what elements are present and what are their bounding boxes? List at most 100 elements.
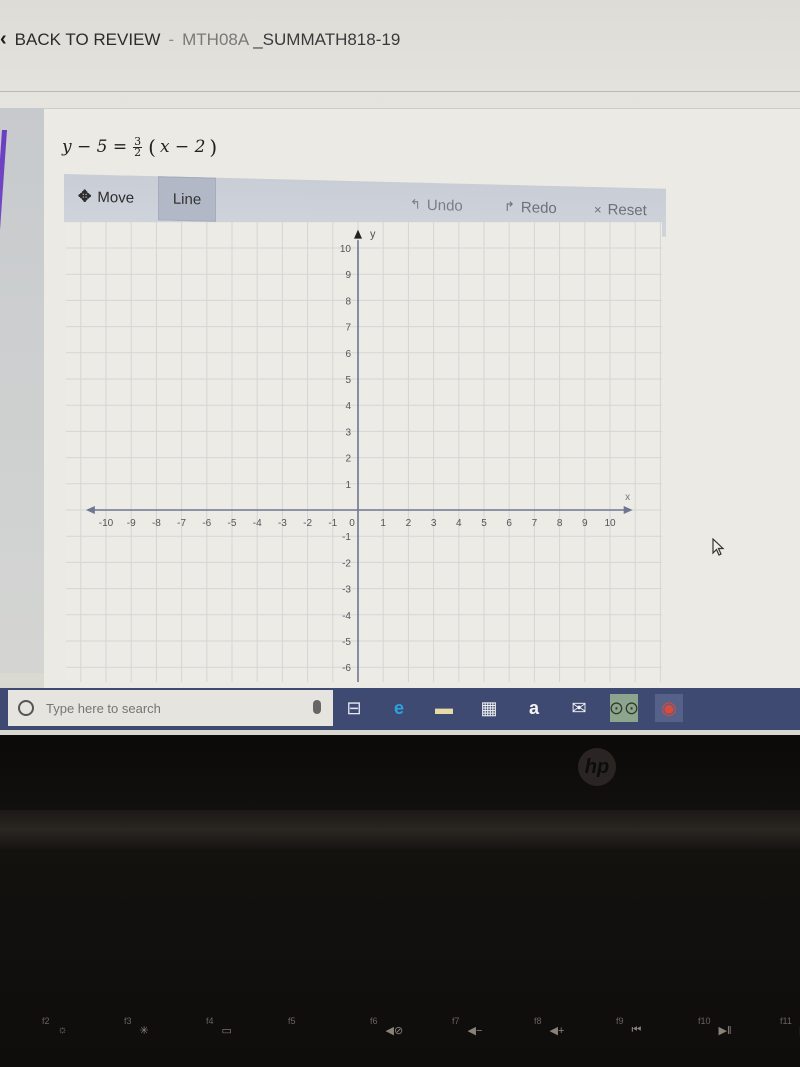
mouse-cursor-icon [712, 537, 726, 563]
y-tick-label: -5 [342, 637, 351, 648]
x-axis-label: x [625, 492, 630, 503]
x-axis-left-arrow-icon [85, 506, 95, 514]
y-tick-label: 4 [345, 401, 351, 412]
x-tick-label: 9 [582, 518, 588, 529]
back-to-review-link[interactable]: ‹ BACK TO REVIEW - MTH08A _SUMMATH818-19 [0, 28, 400, 51]
function-key-glyph-icon: ◀⊘ [385, 1025, 404, 1037]
y-tick-label: 2 [345, 454, 351, 465]
store-icon[interactable]: ▦ [475, 694, 503, 722]
function-key-label: f2 [42, 1016, 50, 1026]
function-key-label: f6 [370, 1016, 378, 1026]
function-key-label: f10 [698, 1016, 711, 1026]
function-key-f3[interactable]: f3 ✳ [124, 1016, 149, 1037]
function-key-label: f7 [452, 1016, 460, 1026]
redo-arrow-icon: ↱ [504, 198, 515, 215]
x-tick-label: 7 [532, 518, 538, 529]
x-tick-label: 4 [456, 518, 462, 529]
function-key-label: f8 [534, 1016, 542, 1026]
mail-icon[interactable]: ✉ [565, 694, 593, 722]
function-key-glyph-icon: ◀+ [549, 1025, 565, 1037]
function-key-f6[interactable]: f6 ◀⊘ [370, 1016, 403, 1037]
function-key-glyph-icon: ▭ [221, 1025, 232, 1037]
function-key-glyph-icon: ☼ [57, 1024, 68, 1036]
equation-rhs: x − 2 [159, 137, 206, 157]
amazon-icon[interactable]: a [520, 694, 548, 722]
windows-taskbar: ⊟ e ▬ ▦ a ✉ ⊙⊙ ◉ [0, 688, 800, 730]
reset-label: Reset [607, 200, 647, 219]
y-tick-label: 7 [345, 323, 351, 334]
function-key-label: f5 [288, 1016, 296, 1026]
x-tick-label: 1 [380, 518, 386, 529]
close-paren: ) [209, 135, 218, 159]
coordinate-plane[interactable]: xy-10 -9 -8 -7 -6 -5 -4 -3 -2 -1 0 1 2 3 4 5 6 7 8 9 1010987… [66, 222, 662, 682]
y-tick-label: 9 [345, 270, 351, 281]
microphone-icon[interactable] [313, 700, 321, 714]
fraction-denominator: 2 [134, 145, 142, 159]
tripadvisor-icon[interactable]: ⊙⊙ [609, 694, 639, 722]
course-code: _SUMMATH818-19 [253, 29, 401, 49]
x-tick-label: -5 [228, 518, 237, 529]
y-tick-label: 1 [345, 480, 351, 491]
x-tick-label: -3 [278, 518, 287, 529]
function-key-f4[interactable]: f4 ▭ [206, 1016, 232, 1037]
x-tick-label: -8 [152, 518, 161, 529]
x-tick-label: 8 [557, 518, 563, 529]
left-sidebar [0, 108, 44, 673]
x-tick-label: 6 [506, 518, 512, 529]
y-tick-label: -6 [342, 663, 351, 674]
undo-button[interactable]: ↰ Undo [410, 182, 463, 227]
move-tool-button[interactable]: ✥ Move [78, 174, 134, 219]
function-key-row: f2 ☼ f3 ✳ f4 ▭ f5 f6 ◀⊘ f7 ◀− f8 ◀+ f9 ⏮ f10 ▶‖ f11▶ [0, 1010, 800, 1050]
undo-arrow-icon: ↰ [410, 196, 421, 212]
undo-label: Undo [426, 196, 463, 215]
function-key-f11[interactable]: f11▶ [780, 1016, 800, 1037]
cortana-icon[interactable] [18, 700, 34, 716]
function-key-glyph-icon: ✳ [139, 1025, 149, 1037]
monitor-screen: ‹ BACK TO REVIEW - MTH08A _SUMMATH818-19… [0, 0, 800, 735]
function-key-f9[interactable]: f9 ⏮ [616, 1016, 641, 1037]
y-axis-up-arrow-icon [354, 229, 362, 239]
x-tick-label: 3 [431, 518, 437, 529]
function-key-f10[interactable]: f10 ▶‖ [698, 1016, 732, 1037]
file-explorer-icon[interactable]: ▬ [430, 694, 458, 722]
move-label: Move [97, 188, 135, 207]
function-key-label: f4 [206, 1016, 214, 1026]
redo-label: Redo [520, 198, 557, 217]
hp-logo-icon: hp [578, 748, 616, 786]
x-tick-label: -10 [99, 518, 114, 529]
x-tick-label: -2 [303, 518, 312, 529]
y-tick-label: -4 [342, 611, 351, 622]
chevron-left-icon: ‹ [0, 28, 7, 50]
close-x-icon: × [594, 201, 602, 217]
title-separator: - [168, 29, 175, 49]
line-tool-button[interactable]: Line [158, 176, 216, 222]
function-key-f2[interactable]: f2 ☼ [42, 1016, 68, 1036]
search-input[interactable] [46, 700, 296, 716]
function-key-label: f3 [124, 1016, 132, 1026]
function-key-f7[interactable]: f7 ◀− [452, 1016, 482, 1037]
x-tick-label: -7 [177, 518, 186, 529]
line-label: Line [172, 190, 202, 208]
y-tick-label: 6 [345, 349, 351, 360]
chrome-icon[interactable]: ◉ [655, 694, 683, 722]
function-key-glyph-icon: ⏮ [631, 1024, 642, 1036]
y-tick-label: 3 [345, 427, 351, 438]
function-key-label: f11 [780, 1016, 792, 1026]
x-tick-label: 5 [481, 518, 487, 529]
taskbar-search[interactable] [8, 690, 333, 726]
function-key-f8[interactable]: f8 ◀+ [534, 1016, 564, 1037]
graph-canvas[interactable]: x y -10 -9 -8 -7 -6 -5 -4 -3 -2 -1 0 1 2 3 4 5 6 7 8 9 10 10 9 8 7… [66, 222, 662, 682]
course-prefix: MTH08A [182, 29, 250, 49]
laptop-hinge [0, 810, 800, 850]
x-tick-label: 2 [406, 518, 412, 529]
top-bar: ‹ BACK TO REVIEW - MTH08A _SUMMATH818-19 [0, 0, 800, 92]
edge-icon[interactable]: e [385, 694, 413, 722]
task-view-icon[interactable]: ⊟ [340, 694, 368, 722]
x-tick-label: 0 [349, 518, 355, 529]
y-tick-label: 5 [345, 375, 351, 386]
x-tick-label: 10 [604, 518, 616, 529]
x-tick-label: -9 [127, 518, 136, 529]
y-tick-label: 8 [345, 296, 351, 307]
back-label: BACK TO REVIEW [14, 29, 161, 49]
function-key-f5[interactable]: f5 [288, 1016, 304, 1026]
